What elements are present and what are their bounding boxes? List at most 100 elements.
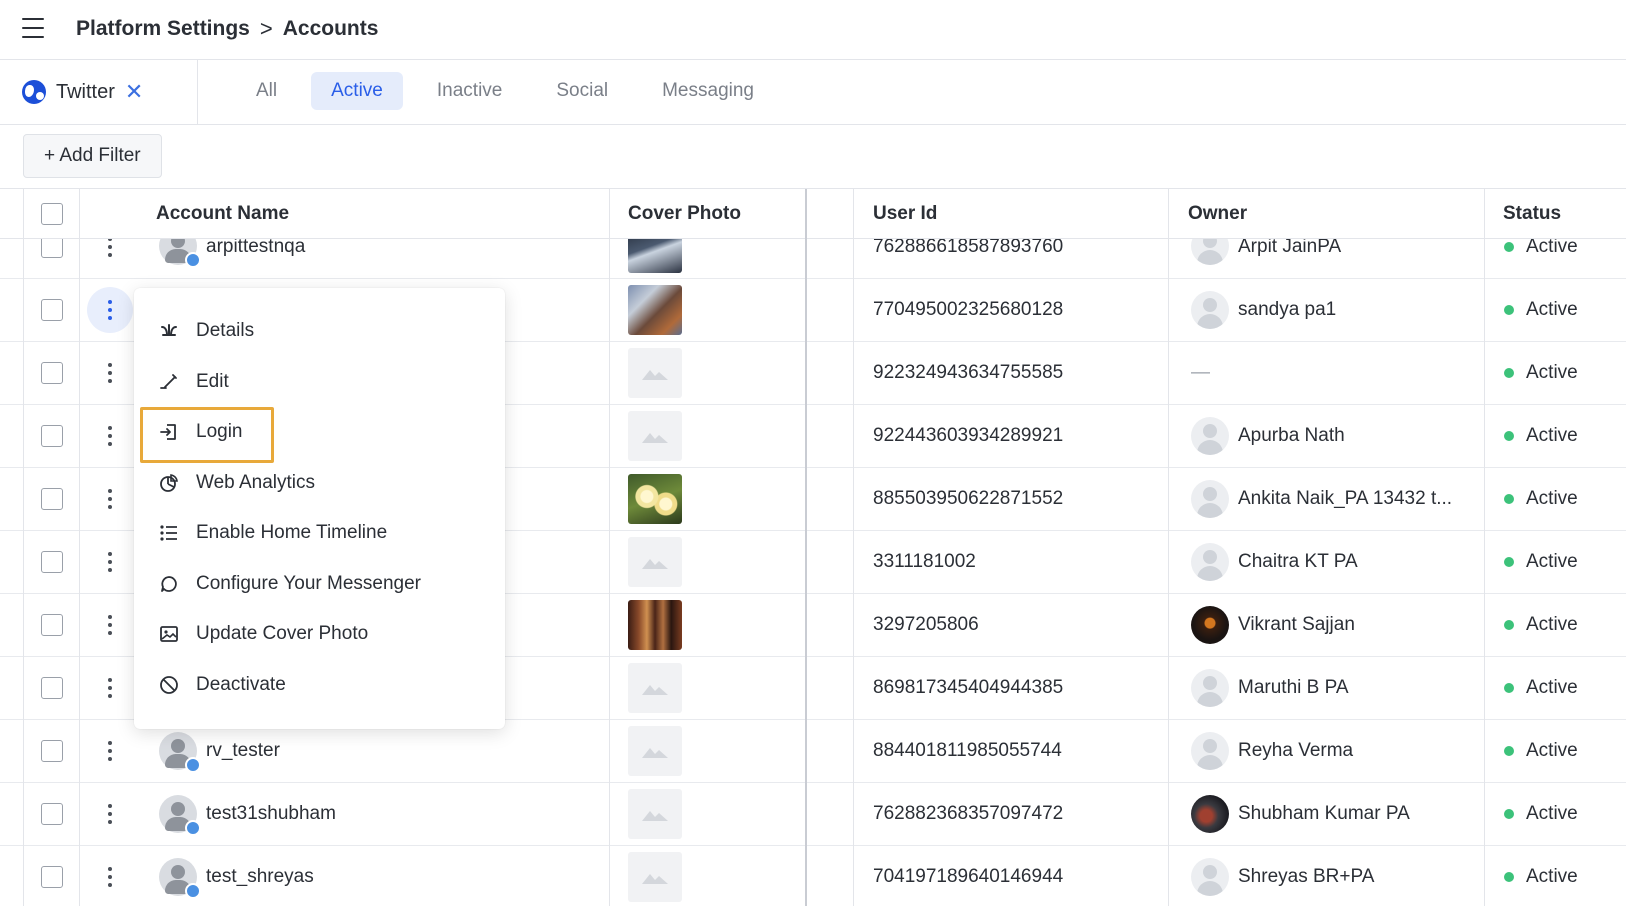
column-header-user-id[interactable]: User Id — [854, 189, 937, 239]
cover-photo-placeholder — [628, 537, 682, 587]
list-icon — [158, 522, 180, 544]
owner-avatar — [1191, 858, 1229, 896]
more-options-icon[interactable] — [98, 673, 122, 703]
cover-photo-placeholder — [628, 348, 682, 398]
column-divider — [1484, 189, 1485, 906]
column-header-owner[interactable]: Owner — [1169, 189, 1247, 239]
tab-active[interactable]: Active — [311, 72, 403, 110]
menu-item-enable-home-timeline[interactable]: Enable Home Timeline — [134, 508, 505, 559]
breadcrumb-root[interactable]: Platform Settings — [76, 17, 250, 41]
hamburger-menu-icon[interactable] — [22, 18, 46, 40]
cover-photo — [628, 600, 682, 650]
select-all-checkbox[interactable] — [41, 203, 63, 225]
owner-name: Arpit JainPA — [1238, 236, 1342, 257]
owner-avatar — [1191, 669, 1229, 707]
channel-filter-chip[interactable]: Twitter ✕ — [0, 60, 198, 124]
status-dot-icon — [1504, 368, 1514, 378]
row-checkbox[interactable] — [41, 866, 63, 888]
owner-avatar — [1191, 795, 1229, 833]
tab-social[interactable]: Social — [536, 72, 628, 110]
table-row[interactable]: rv_tester 884401811985055744 Reyha Verma… — [0, 720, 1626, 783]
status-dot-icon — [1504, 872, 1514, 882]
status-dot-icon — [1504, 620, 1514, 630]
owner-name: Shreyas BR+PA — [1238, 866, 1375, 887]
status-dot-icon — [1504, 494, 1514, 504]
more-options-icon[interactable] — [98, 421, 122, 451]
globe-icon — [22, 80, 46, 104]
row-checkbox[interactable] — [41, 740, 63, 762]
cover-photo-placeholder — [628, 726, 682, 776]
close-icon[interactable]: ✕ — [125, 81, 143, 103]
account-avatar — [159, 795, 201, 836]
twitter-badge-icon — [185, 883, 201, 899]
frozen-column-divider[interactable] — [805, 189, 807, 906]
menu-item-edit[interactable]: Edit — [134, 357, 505, 408]
pencil-icon — [158, 371, 180, 393]
row-checkbox[interactable] — [41, 614, 63, 636]
more-options-icon[interactable] — [98, 862, 122, 892]
tab-messaging[interactable]: Messaging — [642, 72, 774, 110]
more-options-icon[interactable] — [98, 799, 122, 829]
row-checkbox[interactable] — [41, 803, 63, 825]
row-checkbox[interactable] — [41, 236, 63, 258]
owner-name: Maruthi B PA — [1238, 677, 1349, 698]
column-divider — [1168, 189, 1169, 906]
owner-name: Ankita Naik_PA 13432 t... — [1238, 488, 1453, 509]
menu-item-web-analytics[interactable]: Web Analytics — [134, 458, 505, 509]
more-options-icon[interactable] — [98, 547, 122, 577]
menu-item-configure-messenger[interactable]: Configure Your Messenger — [134, 559, 505, 610]
more-options-icon[interactable] — [98, 610, 122, 640]
tab-inactive[interactable]: Inactive — [417, 72, 522, 110]
more-options-icon[interactable] — [98, 736, 122, 766]
user-id: 704197189640146944 — [873, 866, 1064, 887]
cover-photo-placeholder — [628, 663, 682, 713]
more-options-icon[interactable] — [87, 287, 133, 333]
status-badge: Active — [1504, 740, 1578, 762]
channel-filter-label: Twitter — [56, 80, 115, 103]
add-filter-button[interactable]: + Add Filter — [23, 134, 162, 178]
pie-chart-icon — [158, 472, 180, 494]
column-divider — [609, 189, 610, 906]
status-dot-icon — [1504, 683, 1514, 693]
owner-name: — — [1191, 362, 1210, 383]
column-header-status[interactable]: Status — [1484, 189, 1561, 239]
row-checkbox[interactable] — [41, 362, 63, 384]
status-badge: Active — [1504, 803, 1578, 825]
breadcrumb-current: Accounts — [282, 17, 379, 40]
row-checkbox[interactable] — [41, 551, 63, 573]
owner-name: Chaitra KT PA — [1238, 551, 1358, 572]
user-id: 762886618587893760 — [873, 236, 1064, 257]
owner-name: sandya pa1 — [1238, 299, 1337, 320]
more-options-icon[interactable] — [98, 358, 122, 388]
user-id: 922324943634755585 — [873, 362, 1064, 383]
chat-bubble-icon — [158, 573, 180, 595]
menu-item-update-cover-photo[interactable]: Update Cover Photo — [134, 609, 505, 660]
user-id: 884401811985055744 — [873, 740, 1062, 761]
twitter-badge-icon — [185, 757, 201, 773]
row-checkbox[interactable] — [41, 488, 63, 510]
column-header-account-name[interactable]: Account Name — [137, 189, 289, 239]
chevron-right-icon: > — [259, 16, 273, 41]
status-badge: Active — [1504, 236, 1578, 258]
menu-item-login[interactable]: Login — [134, 407, 505, 463]
status-badge: Active — [1504, 551, 1578, 573]
menu-item-deactivate[interactable]: Deactivate — [134, 660, 505, 711]
account-name[interactable]: test31shubham — [206, 803, 336, 825]
row-checkbox[interactable] — [41, 677, 63, 699]
table-row[interactable]: test31shubham 762882368357097472 Shubham… — [0, 783, 1626, 846]
status-badge: Active — [1504, 866, 1578, 888]
tab-all[interactable]: All — [236, 72, 297, 110]
row-checkbox[interactable] — [41, 299, 63, 321]
account-name[interactable]: rv_tester — [206, 740, 280, 762]
more-options-icon[interactable] — [98, 484, 122, 514]
user-id: 3311181002 — [873, 551, 976, 572]
cover-photo-placeholder — [628, 852, 682, 902]
row-checkbox[interactable] — [41, 425, 63, 447]
table-row[interactable]: test_shreyas 704197189640146944 Shreyas … — [0, 846, 1626, 906]
table-header: Account Name Cover Photo User Id Owner S… — [0, 189, 1626, 239]
column-header-cover-photo[interactable]: Cover Photo — [609, 189, 741, 239]
account-name[interactable]: test_shreyas — [206, 866, 314, 888]
account-name[interactable]: arpittestnqa — [206, 236, 305, 258]
menu-item-details[interactable]: Details — [134, 306, 505, 357]
cover-photo — [628, 474, 682, 524]
